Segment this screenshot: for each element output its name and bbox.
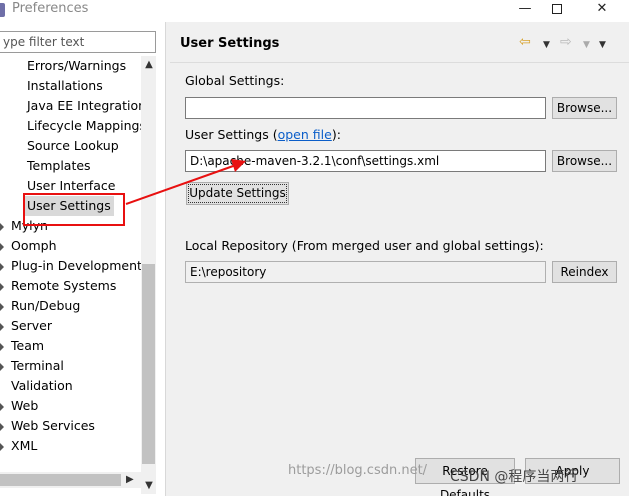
tree-item-label: XML bbox=[11, 438, 38, 453]
tree-item-oomph[interactable]: Oomph bbox=[0, 236, 57, 256]
tree-item-server[interactable]: Server bbox=[0, 316, 52, 336]
expand-icon[interactable] bbox=[0, 323, 4, 331]
back-arrow-icon[interactable]: ⇦ bbox=[519, 33, 531, 51]
scroll-up-icon[interactable]: ▲ bbox=[144, 60, 154, 70]
preference-page: User Settings ⇦ ▼ ⇨ ▼ ▼ Global Settings:… bbox=[166, 22, 629, 496]
forward-dropdown-icon[interactable]: ▼ bbox=[583, 36, 590, 54]
tree-item-label: Web bbox=[11, 398, 39, 413]
tree-item-label: Remote Systems bbox=[11, 278, 117, 293]
view-menu-icon[interactable]: ▼ bbox=[599, 36, 606, 54]
settings-panel: Global Settings: Browse... User Settings… bbox=[170, 62, 629, 496]
maximize-icon bbox=[552, 4, 562, 14]
window-title: Preferences bbox=[12, 1, 89, 16]
forward-arrow-icon[interactable]: ⇨ bbox=[560, 33, 572, 51]
annotation-highlight-box bbox=[23, 193, 125, 226]
tree-item-terminal[interactable]: Terminal bbox=[0, 356, 64, 376]
preferences-tree-pane: Errors/Warnings Installations Java EE In… bbox=[0, 22, 166, 496]
expand-icon[interactable] bbox=[0, 263, 4, 271]
app-icon bbox=[0, 3, 5, 17]
page-title: User Settings bbox=[180, 36, 280, 51]
update-settings-button[interactable]: Update Settings bbox=[186, 182, 289, 205]
tree-item-web-services[interactable]: Web Services bbox=[0, 416, 95, 436]
global-settings-label: Global Settings: bbox=[185, 73, 285, 88]
local-repository-input[interactable] bbox=[185, 261, 546, 283]
tree-item-installations[interactable]: Installations bbox=[27, 76, 103, 96]
expand-icon[interactable] bbox=[0, 303, 4, 311]
user-browse-button[interactable]: Browse... bbox=[552, 150, 617, 172]
expand-icon[interactable] bbox=[0, 363, 4, 371]
tree-item-run-debug[interactable]: Run/Debug bbox=[0, 296, 81, 316]
tree-item-validation[interactable]: Validation bbox=[11, 376, 73, 396]
expand-icon[interactable] bbox=[0, 443, 4, 451]
close-button[interactable]: ✕ bbox=[582, 0, 622, 20]
tree-item-xml[interactable]: XML bbox=[0, 436, 38, 456]
tree-vertical-scrollbar[interactable]: ▲ ▼ bbox=[141, 56, 156, 494]
tree-item-source-lookup[interactable]: Source Lookup bbox=[27, 136, 119, 156]
maximize-button[interactable] bbox=[537, 0, 577, 20]
global-settings-input[interactable] bbox=[185, 97, 546, 119]
scroll-down-icon[interactable]: ▼ bbox=[144, 481, 154, 491]
expand-icon[interactable] bbox=[0, 423, 4, 431]
watermark-blog: https://blog.csdn.net/ bbox=[288, 463, 428, 478]
tree-item-java-ee-integration[interactable]: Java EE Integration bbox=[27, 96, 146, 116]
tree-item-label: Server bbox=[11, 318, 52, 333]
tree-item-label: Plug-in Development bbox=[11, 258, 142, 273]
tree-item-templates[interactable]: Templates bbox=[27, 156, 91, 176]
tree-item-team[interactable]: Team bbox=[0, 336, 45, 356]
tree-item-label: Terminal bbox=[11, 358, 64, 373]
user-settings-label-suffix: ): bbox=[331, 127, 341, 142]
tree-item-lifecycle-mappings[interactable]: Lifecycle Mappings bbox=[27, 116, 146, 136]
scrollbar-thumb[interactable] bbox=[0, 474, 121, 486]
tree-item-label: Run/Debug bbox=[11, 298, 81, 313]
watermark-csdn: CSDN @程序当两行 bbox=[450, 469, 579, 485]
tree-item-web[interactable]: Web bbox=[0, 396, 39, 416]
filter-input[interactable] bbox=[0, 31, 156, 53]
tree-item-label: Web Services bbox=[11, 418, 95, 433]
expand-icon[interactable] bbox=[0, 283, 4, 291]
title-bar: Preferences — ✕ bbox=[0, 0, 629, 22]
tree-item-label: Oomph bbox=[11, 238, 57, 253]
user-settings-label: User Settings (open file): bbox=[185, 127, 341, 142]
user-settings-input[interactable] bbox=[185, 150, 546, 172]
tree-item-errors-warnings[interactable]: Errors/Warnings bbox=[27, 56, 126, 76]
tree-item-remote-systems[interactable]: Remote Systems bbox=[0, 276, 117, 296]
reindex-button[interactable]: Reindex bbox=[552, 261, 617, 283]
local-repository-label: Local Repository (From merged user and g… bbox=[185, 238, 544, 253]
expand-icon[interactable] bbox=[0, 243, 4, 251]
scroll-right-icon[interactable]: ▶ bbox=[126, 474, 134, 485]
global-browse-button[interactable]: Browse... bbox=[552, 97, 617, 119]
tree-item-plug-in-development[interactable]: Plug-in Development bbox=[0, 256, 142, 276]
open-file-link[interactable]: open file bbox=[278, 127, 332, 142]
expand-icon[interactable] bbox=[0, 223, 4, 231]
user-settings-label-prefix: User Settings ( bbox=[185, 127, 278, 142]
expand-icon[interactable] bbox=[0, 343, 4, 351]
tree-horizontal-scrollbar[interactable]: ▶ bbox=[0, 472, 141, 488]
expand-icon[interactable] bbox=[0, 403, 4, 411]
scrollbar-thumb[interactable] bbox=[142, 264, 155, 464]
back-dropdown-icon[interactable]: ▼ bbox=[543, 36, 550, 54]
tree-item-label: Team bbox=[11, 338, 45, 353]
